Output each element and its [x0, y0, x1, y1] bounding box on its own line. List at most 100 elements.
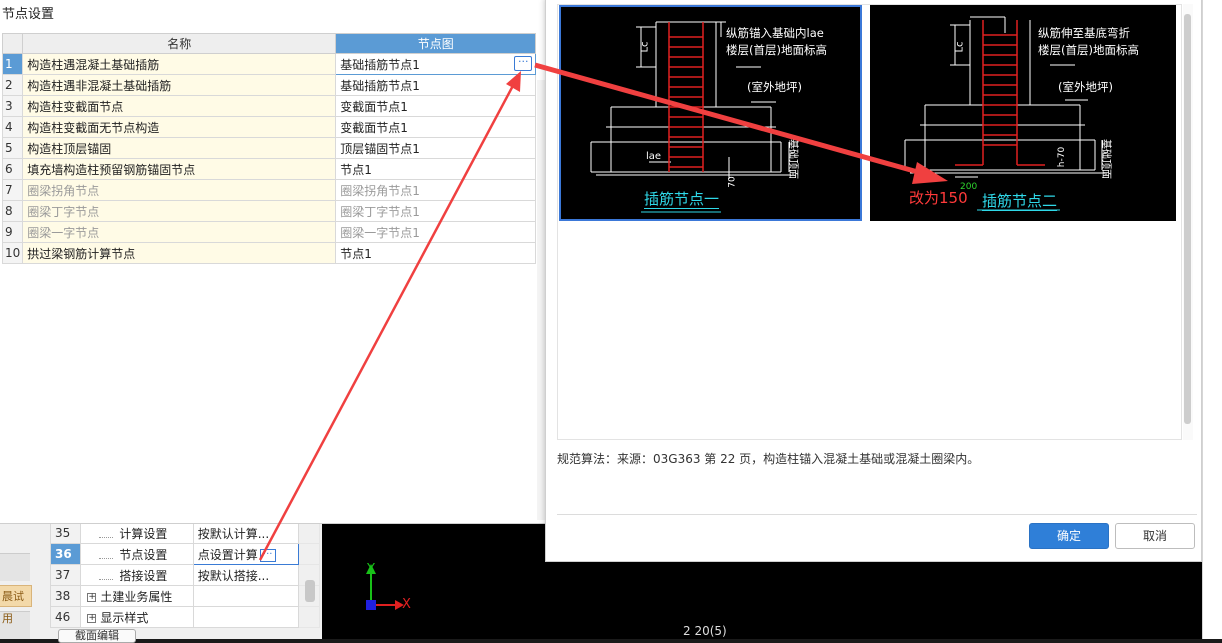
row-number: 36 [49, 543, 82, 565]
node1-lae-label: lae [646, 151, 662, 162]
node-value[interactable]: 基础插筋节点1 ··· [335, 53, 537, 75]
tree-connector [99, 572, 114, 580]
node2-lc-label: Lc [954, 41, 966, 53]
row-number: 2 [1, 74, 24, 96]
ok-button[interactable]: 确定 [1029, 523, 1109, 549]
window-edge [1202, 0, 1222, 639]
divider [557, 514, 1197, 515]
node2-side-label: 基础顶面 [1100, 139, 1111, 179]
ellipsis-button[interactable]: ··· [514, 56, 533, 71]
node-name[interactable]: 圈梁一字节点 [22, 221, 337, 243]
row-number: 3 [1, 95, 24, 117]
node1-note-outdoor: (室外地坪) [747, 80, 802, 94]
row-number: 1 [1, 53, 24, 75]
node-name[interactable]: 构造柱遇混凝土基础插筋 [22, 53, 337, 75]
property-value [192, 606, 299, 628]
node-name[interactable]: 构造柱顶层锚固 [22, 137, 337, 159]
property-row[interactable]: 36 节点设置 点设置计算 ··· [49, 543, 321, 565]
node-value[interactable]: 顶层锚固节点1 [335, 137, 537, 159]
node2-note-bend: 纵筋伸至基底弯折 [1038, 26, 1130, 40]
property-row[interactable]: 37 搭接设置 按默认搭接... [49, 564, 321, 586]
row-number: 7 [1, 179, 24, 201]
grid-corner [1, 33, 24, 54]
property-group[interactable]: + 显示样式 [80, 606, 194, 628]
row-number: 8 [1, 200, 24, 222]
expand-icon[interactable]: + [87, 592, 97, 602]
property-row[interactable]: 35 计算设置 按默认计算... [49, 522, 321, 544]
rule-description: 规范算法：来源：03G363 第 22 页，构造柱锚入混凝土基础或混凝土圈梁内。 [557, 452, 980, 466]
row-number: 46 [49, 606, 82, 628]
table-row[interactable]: 3 构造柱变截面节点 变截面节点1 [1, 95, 537, 117]
scrollbar-thumb[interactable] [1184, 14, 1191, 424]
node1-side-label: 基础顶面 [787, 139, 798, 179]
property-row[interactable]: 46 + 显示样式 [49, 606, 321, 628]
annotation-change-to-150: 改为150 [909, 189, 968, 207]
trial-badge[interactable]: 晨试用 [0, 585, 32, 625]
node-value[interactable]: 变截面节点1 [335, 116, 537, 138]
node2-note-outdoor: (室外地坪) [1058, 80, 1113, 94]
node-value[interactable]: 变截面节点1 [335, 95, 537, 117]
node-value[interactable]: 圈梁拐角节点1 [335, 179, 537, 201]
table-row[interactable]: 9 圈梁一字节点 圈梁一字节点1 [1, 221, 537, 243]
node-name[interactable]: 填充墙构造柱预留钢筋锚固节点 [22, 158, 337, 180]
node1-lc-label: Lc [639, 41, 651, 53]
node1-note-anchor: 纵筋锚入基础内lae [726, 26, 824, 40]
node1-caption: 插筋节点一 [644, 190, 720, 208]
node-name[interactable]: 拱过梁钢筋计算节点 [22, 242, 337, 264]
node-name[interactable]: 构造柱变截面节点 [22, 95, 337, 117]
scrollbar-thumb[interactable] [305, 580, 315, 602]
property-value [192, 585, 299, 607]
node-name[interactable]: 圈梁丁字节点 [22, 200, 337, 222]
property-name: 搭接设置 [80, 564, 194, 586]
node-value[interactable]: 圈梁一字节点1 [335, 221, 537, 243]
scrollbar-track[interactable] [297, 606, 321, 628]
table-row[interactable]: 6 填充墙构造柱预留钢筋锚固节点 节点1 [1, 158, 537, 180]
canvas-text: 2 20(5) [683, 624, 727, 638]
scrollbar-track[interactable] [537, 80, 545, 520]
row-number: 10 [1, 242, 24, 264]
column-header-name: 名称 [22, 33, 337, 54]
node-name[interactable]: 构造柱遇非混凝土基础插筋 [22, 74, 337, 96]
row-number: 9 [1, 221, 24, 243]
table-row[interactable]: 10 拱过梁钢筋计算节点 节点1 [1, 242, 537, 264]
table-row[interactable]: 7 圈梁拐角节点 圈梁拐角节点1 [1, 179, 537, 201]
property-name: 节点设置 [80, 543, 194, 565]
cancel-button[interactable]: 取消 [1115, 523, 1195, 549]
dialog-title: 节点设置 [2, 7, 55, 22]
table-row[interactable]: 8 圈梁丁字节点 圈梁丁字节点1 [1, 200, 537, 222]
row-number: 4 [1, 116, 24, 138]
ellipsis-button[interactable]: ··· [259, 548, 276, 562]
axis-y-label: Y [367, 562, 375, 577]
property-row[interactable]: 38 + 土建业务属性 [49, 585, 321, 607]
column-header-node: 节点图 [335, 33, 537, 54]
property-value[interactable]: 按默认计算... [192, 522, 299, 544]
expand-icon[interactable]: + [87, 613, 97, 623]
row-number: 37 [49, 564, 82, 586]
scrollbar-track[interactable] [297, 543, 321, 565]
table-row[interactable]: 4 构造柱变截面无节点构造 变截面节点1 [1, 116, 537, 138]
row-number: 35 [49, 522, 82, 544]
node2-dim-h: h-70 [1057, 146, 1068, 168]
property-value[interactable]: 按默认搭接... [192, 564, 299, 586]
node-value[interactable]: 节点1 [335, 158, 537, 180]
table-row[interactable]: 5 构造柱顶层锚固 顶层锚固节点1 [1, 137, 537, 159]
node-settings-grid: 名称 节点图 1 构造柱遇混凝土基础插筋 基础插筋节点1 ··· 2 构造柱遇非混… [1, 33, 537, 264]
row-number: 38 [49, 585, 82, 607]
table-row[interactable]: 2 构造柱遇非混凝土基础插筋 基础插筋节点1 [1, 74, 537, 96]
axis-x-label: X [402, 597, 411, 612]
side-tab[interactable] [0, 553, 30, 581]
node-name[interactable]: 构造柱变截面无节点构造 [22, 116, 337, 138]
property-group[interactable]: + 土建业务属性 [80, 585, 194, 607]
scrollbar-track[interactable] [297, 522, 321, 544]
tree-connector [99, 530, 114, 538]
node-value[interactable]: 基础插筋节点1 [335, 74, 537, 96]
node-name[interactable]: 圈梁拐角节点 [22, 179, 337, 201]
row-number: 6 [1, 158, 24, 180]
node1-dim-70: 70 [727, 176, 738, 188]
table-row[interactable]: 1 构造柱遇混凝土基础插筋 基础插筋节点1 ··· [1, 53, 537, 75]
node-value[interactable]: 圈梁丁字节点1 [335, 200, 537, 222]
node-setting-value[interactable]: 点设置计算 ··· [192, 543, 299, 565]
node-value[interactable]: 节点1 [335, 242, 537, 264]
property-table: 35 计算设置 按默认计算... 36 节点设置 点设置计算 ··· 37 搭接设… [49, 522, 321, 628]
section-edit-button[interactable]: 截面编辑 [58, 629, 136, 643]
